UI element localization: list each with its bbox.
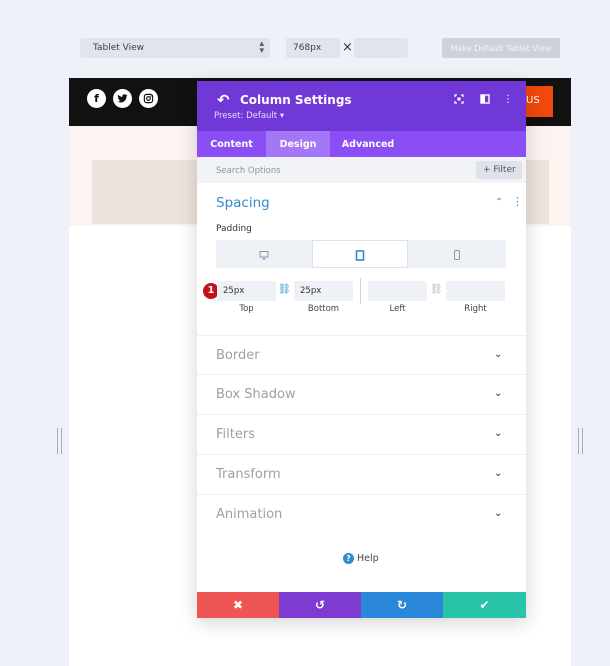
left-resize-handle[interactable] [57, 428, 62, 454]
help-icon: ? [343, 553, 354, 564]
help-label: Help [357, 553, 379, 564]
animation-section-title: Animation [216, 507, 283, 522]
fullscreen-icon[interactable] [454, 94, 464, 107]
filters-section-title: Filters [216, 427, 255, 442]
search-options-bar: Search Options + Filter [197, 157, 526, 183]
box-shadow-section-title: Box Shadow [216, 387, 296, 402]
tab-advanced[interactable]: Advanced [330, 131, 406, 157]
preview-height-input[interactable] [354, 38, 408, 58]
preset-dropdown[interactable]: Preset: Default ▾ [214, 111, 284, 121]
padding-right-input[interactable] [446, 281, 505, 301]
split-view-icon[interactable] [480, 94, 490, 107]
redo-button[interactable]: ↻ [361, 592, 443, 618]
modal-header: ↶ Column Settings Preset: Default ▾ ⋮ [197, 81, 526, 131]
filters-section[interactable]: Filters ⌄ [197, 414, 526, 454]
instagram-icon[interactable] [139, 89, 158, 108]
back-arrow-icon[interactable]: ↶ [217, 91, 230, 109]
more-options-icon[interactable]: ⋮ [503, 94, 513, 105]
view-mode-select[interactable]: Tablet View ▴ ▾ [80, 38, 270, 58]
unlink-values-icon[interactable]: ⛓ [430, 284, 443, 295]
redo-icon: ↻ [396, 598, 408, 612]
tablet-tab[interactable] [312, 240, 408, 268]
desktop-tab[interactable] [216, 240, 312, 268]
view-mode-value: Tablet View [93, 43, 145, 53]
preview-width-input[interactable]: 768px [286, 38, 340, 58]
box-shadow-section[interactable]: Box Shadow ⌄ [197, 374, 526, 414]
tab-content[interactable]: Content [197, 131, 266, 157]
chevron-down-icon: ⌄ [494, 508, 503, 519]
checkmark-icon: ✔ [479, 598, 490, 612]
padding-label: Padding [216, 224, 252, 234]
chevron-down-icon: ⌄ [494, 349, 503, 360]
preview-width-value: 768px [293, 43, 322, 53]
animation-section[interactable]: Animation ⌄ [197, 494, 526, 534]
chevron-up-icon[interactable]: ⌃ [495, 197, 503, 208]
right-resize-handle[interactable] [578, 428, 583, 454]
save-button[interactable]: ✔ [443, 592, 526, 618]
undo-button[interactable]: ↺ [279, 592, 361, 618]
select-arrows-icon: ▴ ▾ [259, 39, 264, 56]
transform-section-title: Transform [216, 467, 281, 482]
search-options-input[interactable]: Search Options [216, 166, 281, 176]
twitter-icon[interactable] [113, 89, 132, 108]
settings-tabs: Content Design Advanced [197, 131, 526, 157]
desktop-icon [259, 251, 269, 260]
cancel-button[interactable]: ✖ [197, 592, 279, 618]
right-caption: Right [464, 304, 487, 314]
modal-title: Column Settings [240, 93, 352, 107]
facebook-icon[interactable]: f [87, 89, 106, 108]
link-values-icon[interactable]: ⛓ [278, 284, 291, 295]
top-caption: Top [239, 304, 254, 314]
help-link[interactable]: ? Help [343, 553, 379, 564]
left-caption: Left [389, 304, 406, 314]
tablet-icon [355, 250, 365, 261]
section-more-icon[interactable]: ⋮ [512, 195, 523, 208]
padding-divider [360, 278, 361, 304]
chevron-down-icon: ⌄ [494, 388, 503, 399]
close-icon: ✖ [232, 598, 244, 612]
tab-design[interactable]: Design [266, 131, 330, 157]
filter-button[interactable]: + Filter [476, 161, 522, 179]
padding-top-input[interactable]: 25px [217, 281, 276, 301]
chevron-down-icon: ⌄ [494, 468, 503, 479]
dimension-separator: × [342, 40, 353, 55]
column-settings-modal: ↶ Column Settings Preset: Default ▾ ⋮ Co… [197, 81, 526, 618]
make-default-tablet-view-button[interactable]: Make Default Tablet View [442, 38, 560, 58]
phone-icon [454, 250, 460, 260]
border-section-title: Border [216, 348, 260, 363]
padding-bottom-input[interactable]: 25px [294, 281, 353, 301]
padding-left-input[interactable] [368, 281, 427, 301]
chevron-down-icon: ⌄ [494, 428, 503, 439]
undo-icon: ↺ [314, 598, 326, 612]
border-section[interactable]: Border ⌄ [197, 335, 526, 375]
spacing-section-title[interactable]: Spacing [216, 195, 270, 211]
bottom-caption: Bottom [307, 304, 340, 314]
phone-tab[interactable] [408, 240, 506, 268]
transform-section[interactable]: Transform ⌄ [197, 454, 526, 494]
device-tabs [216, 240, 506, 268]
